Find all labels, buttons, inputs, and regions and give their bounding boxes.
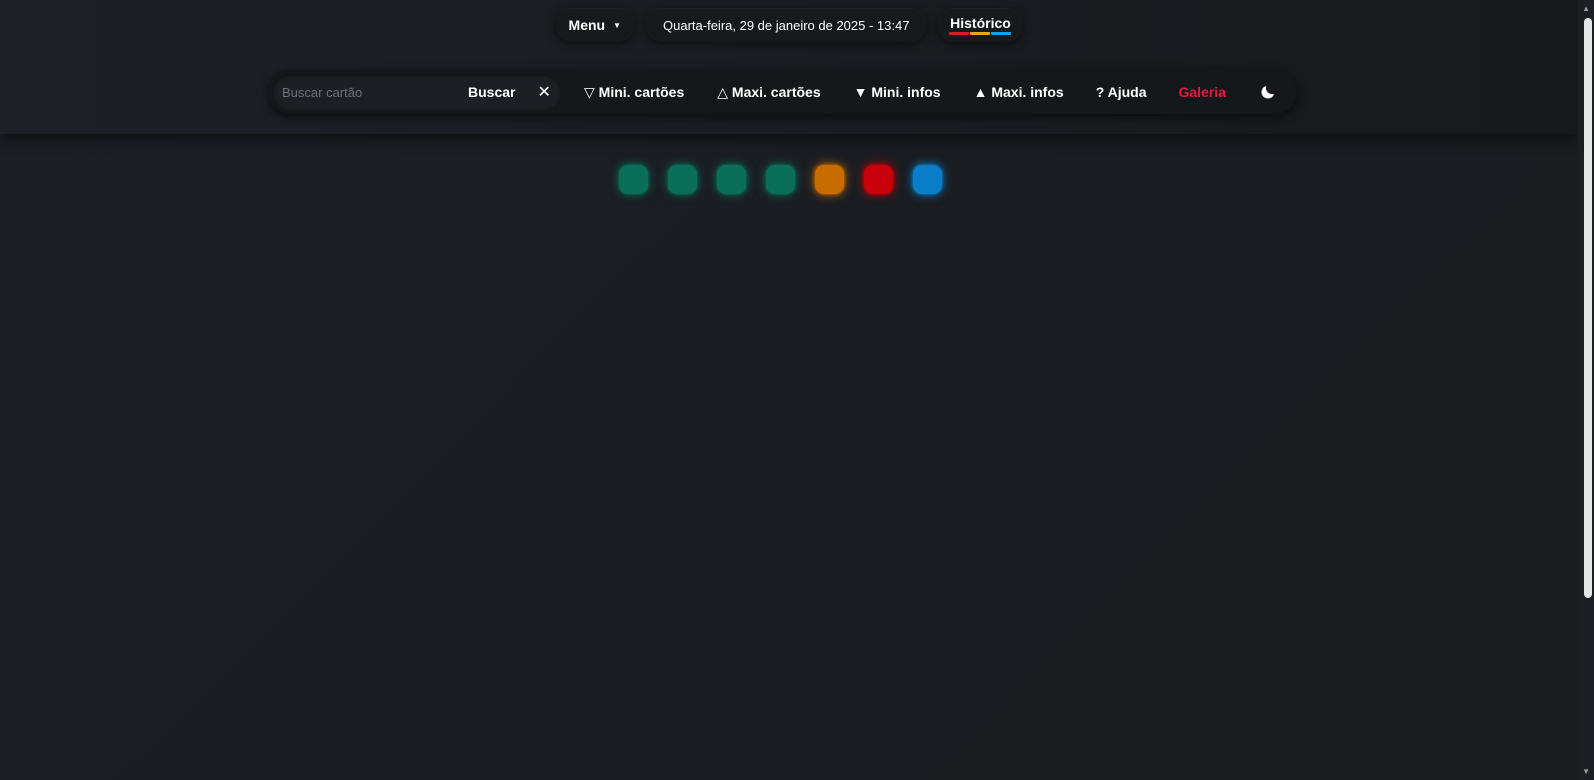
status-dot[interactable]: [864, 165, 893, 194]
theme-toggle-button[interactable]: [1258, 82, 1278, 102]
page: Menu ▼ Quarta-feira, 29 de janeiro de 20…: [0, 0, 1594, 780]
search-input[interactable]: [282, 84, 462, 100]
moon-icon: [1261, 86, 1274, 99]
history-label: Histórico: [950, 15, 1011, 31]
menu-button[interactable]: Menu ▼: [554, 8, 636, 42]
date-display: Quarta-feira, 29 de janeiro de 2025 - 13…: [645, 8, 928, 42]
history-button[interactable]: Histórico: [937, 8, 1024, 42]
status-dot[interactable]: [913, 165, 942, 194]
caret-down-icon: ▼: [613, 20, 622, 30]
help-button[interactable]: ? Ajuda: [1096, 84, 1147, 100]
scrollbar[interactable]: ▲ ▼: [1578, 0, 1594, 780]
status-dot[interactable]: [668, 165, 697, 194]
gallery-link[interactable]: Galeria: [1179, 84, 1226, 100]
maxi-cards-button[interactable]: △ Maxi. cartões: [717, 84, 820, 101]
status-dot[interactable]: [619, 165, 648, 194]
status-dot[interactable]: [766, 165, 795, 194]
history-underline: [949, 32, 1012, 35]
history-underline-yellow: [970, 32, 991, 35]
scroll-down-icon[interactable]: ▼: [1582, 767, 1590, 776]
date-text: Quarta-feira, 29 de janeiro de 2025 - 13…: [663, 17, 910, 33]
mini-cards-button[interactable]: ▽ Mini. cartões: [584, 84, 684, 101]
history-underline-blue: [991, 32, 1012, 35]
status-dot[interactable]: [717, 165, 746, 194]
status-dots: [619, 165, 942, 194]
history-underline-red: [949, 32, 970, 35]
scroll-up-icon[interactable]: ▲: [1582, 4, 1590, 13]
toolbar: Buscar ✕ ▽ Mini. cartões △ Maxi. cartões…: [268, 70, 1297, 114]
menu-label: Menu: [568, 17, 606, 33]
mini-infos-button[interactable]: ▼ Mini. infos: [854, 84, 941, 100]
search-button[interactable]: Buscar: [468, 84, 515, 100]
maxi-infos-button[interactable]: ▲ Maxi. infos: [974, 84, 1064, 100]
status-dot[interactable]: [815, 165, 844, 194]
search-box: Buscar ✕: [272, 74, 562, 110]
clear-search-button[interactable]: ✕: [537, 82, 550, 102]
topbar: Menu ▼ Quarta-feira, 29 de janeiro de 20…: [0, 8, 1578, 42]
scroll-thumb[interactable]: [1584, 18, 1592, 598]
header: Menu ▼ Quarta-feira, 29 de janeiro de 20…: [0, 0, 1578, 134]
